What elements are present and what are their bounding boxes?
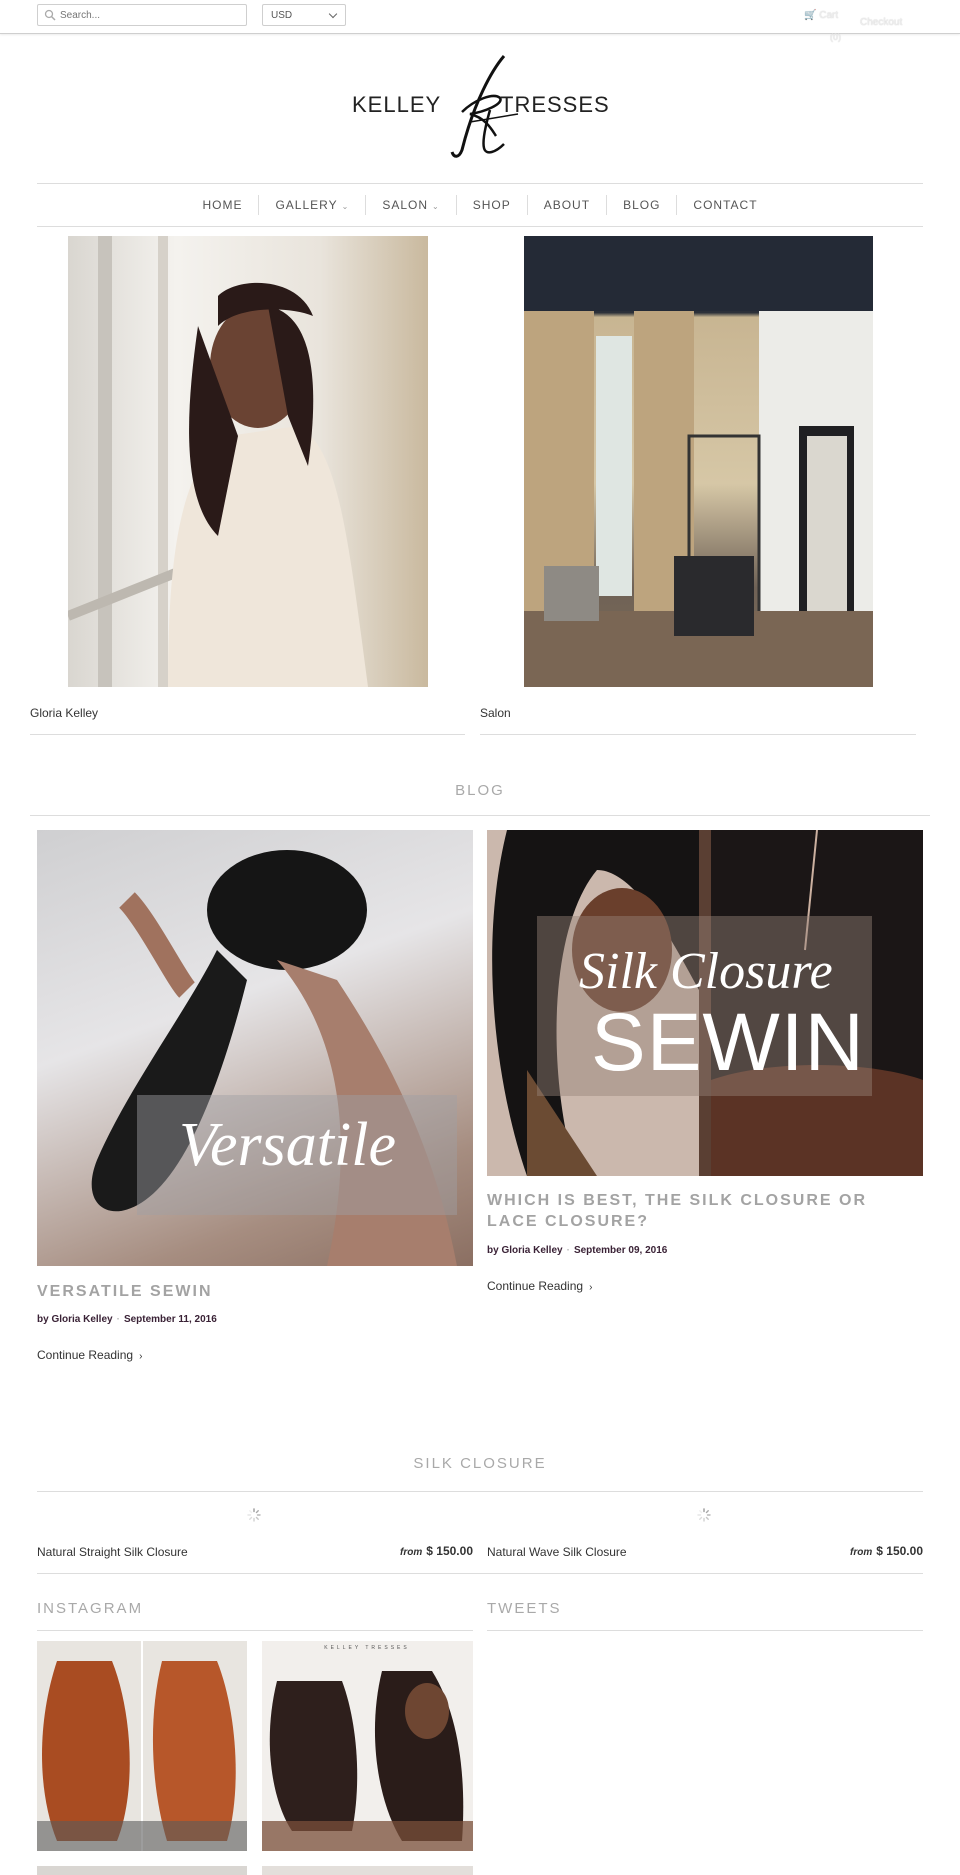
instagram-photo-image: KELLEY TRESSES xyxy=(262,1641,473,1851)
chevron-down-icon: ⌄ xyxy=(432,202,440,211)
search-icon xyxy=(44,9,56,21)
nav-item-salon[interactable]: SALON ⌄ xyxy=(366,195,457,215)
blog-section-title: BLOG xyxy=(455,782,505,799)
meta-separator: · xyxy=(116,1314,120,1325)
divider xyxy=(37,1491,923,1492)
instagram-photo[interactable] xyxy=(37,1866,247,1875)
post-image-overlay-text: Versatile xyxy=(179,1111,396,1179)
read-more-label: Continue Reading xyxy=(487,1279,584,1293)
nav-item-home[interactable]: HOME xyxy=(186,195,260,215)
nav-item-gallery[interactable]: GALLERY ⌄ xyxy=(259,195,367,215)
tweets-section-title: TWEETS xyxy=(487,1600,562,1617)
divider xyxy=(480,734,916,735)
instagram-photo[interactable]: KELLEY TRESSES xyxy=(262,1641,473,1851)
divider xyxy=(487,1630,923,1631)
search-input[interactable] xyxy=(60,7,240,23)
site-logo[interactable]: KELLEY TRESSES xyxy=(352,52,610,162)
continue-reading-link[interactable]: Continue Reading › xyxy=(487,1279,592,1293)
product-price: from $ 150.00 xyxy=(773,1544,923,1558)
nav-label: ABOUT xyxy=(543,198,591,212)
loading-spinner-icon xyxy=(247,1508,261,1522)
featured-image-gloria[interactable] xyxy=(68,236,428,687)
post-image-overlay-text: Silk Closure xyxy=(579,943,833,1000)
watermark-text: KELLEY TRESSES xyxy=(324,1645,409,1651)
price-from: from xyxy=(850,1547,873,1558)
post-title[interactable]: VERSATILE SEWIN xyxy=(37,1281,473,1302)
hair-illustration xyxy=(91,850,457,1266)
divider xyxy=(30,815,930,816)
chevron-down-icon: ⌄ xyxy=(341,202,350,211)
product-name[interactable]: Natural Straight Silk Closure xyxy=(37,1545,188,1559)
price-from: from xyxy=(400,1547,423,1558)
featured-caption[interactable]: Salon xyxy=(480,706,511,720)
search-box[interactable] xyxy=(37,4,247,26)
nav-item-shop[interactable]: SHOP xyxy=(457,195,528,215)
instagram-photo[interactable] xyxy=(37,1641,247,1851)
instagram-section-title: INSTAGRAM xyxy=(37,1600,144,1617)
logo-text-right: TRESSES xyxy=(500,92,610,117)
post-title[interactable]: WHICH IS BEST, THE SILK CLOSURE OR LACE … xyxy=(487,1190,923,1232)
price-value: $ 150.00 xyxy=(876,1544,923,1558)
cart-link[interactable]: 🛒 Cart xyxy=(804,10,838,21)
post-image-silk-closure[interactable]: Silk Closure SEWIN xyxy=(487,830,923,1176)
featured-image-salon[interactable] xyxy=(524,236,873,687)
top-bar: USD 🛒 Cart (0) Checkout xyxy=(0,0,960,42)
logo-text-left: KELLEY xyxy=(352,92,442,117)
main-nav: HOME GALLERY ⌄ SALON ⌄ SHOP ABOUT BLOG CON… xyxy=(37,183,923,227)
post-date: September 09, 2016 xyxy=(573,1245,668,1256)
post-image-overlay-text: SEWIN xyxy=(591,997,865,1088)
post-meta: by Gloria Kelley · September 09, 2016 xyxy=(487,1245,667,1256)
products-section-title: SILK CLOSURE xyxy=(413,1455,547,1472)
featured-caption[interactable]: Gloria Kelley xyxy=(30,706,98,720)
cart-count: (0) xyxy=(830,32,841,42)
checkout-link[interactable]: Checkout xyxy=(860,17,902,28)
post-image-versatile[interactable]: Versatile xyxy=(37,830,473,1266)
price-value: $ 150.00 xyxy=(426,1544,473,1558)
divider xyxy=(37,1573,923,1574)
instagram-photo[interactable] xyxy=(262,1866,473,1875)
nav-item-contact[interactable]: CONTACT xyxy=(677,195,773,215)
chevron-down-icon xyxy=(328,9,338,19)
cart-label: Cart xyxy=(819,10,839,21)
divider xyxy=(30,734,465,735)
post-meta: by Gloria Kelley · September 11, 2016 xyxy=(37,1314,217,1325)
post-author[interactable]: by Gloria Kelley xyxy=(487,1245,563,1256)
chevron-right-icon: › xyxy=(139,1351,143,1362)
read-more-label: Continue Reading xyxy=(37,1348,134,1362)
nav-label: HOME xyxy=(202,198,243,212)
nav-label: SHOP xyxy=(472,198,511,212)
loading-spinner-icon xyxy=(697,1508,711,1522)
nav-label: CONTACT xyxy=(693,198,758,212)
divider xyxy=(37,1630,473,1631)
product-price: from $ 150.00 xyxy=(323,1544,473,1558)
portrait-illustration xyxy=(68,236,368,687)
currency-value: USD xyxy=(271,10,293,21)
meta-separator: · xyxy=(566,1245,570,1256)
nav-label: SALON xyxy=(382,198,428,212)
cart-icon: 🛒 xyxy=(804,10,817,21)
chevron-right-icon: › xyxy=(589,1282,593,1293)
nav-item-blog[interactable]: BLOG xyxy=(607,195,678,215)
currency-select[interactable]: USD xyxy=(262,4,346,26)
instagram-photo-image xyxy=(37,1641,247,1851)
nav-label: GALLERY xyxy=(275,198,338,212)
nav-item-about[interactable]: ABOUT xyxy=(528,195,608,215)
continue-reading-link[interactable]: Continue Reading › xyxy=(37,1348,142,1362)
product-name[interactable]: Natural Wave Silk Closure xyxy=(487,1545,627,1559)
salon-illustration xyxy=(524,236,873,687)
post-date: September 11, 2016 xyxy=(123,1314,217,1325)
post-author[interactable]: by Gloria Kelley xyxy=(37,1314,113,1325)
nav-label: BLOG xyxy=(623,198,661,212)
